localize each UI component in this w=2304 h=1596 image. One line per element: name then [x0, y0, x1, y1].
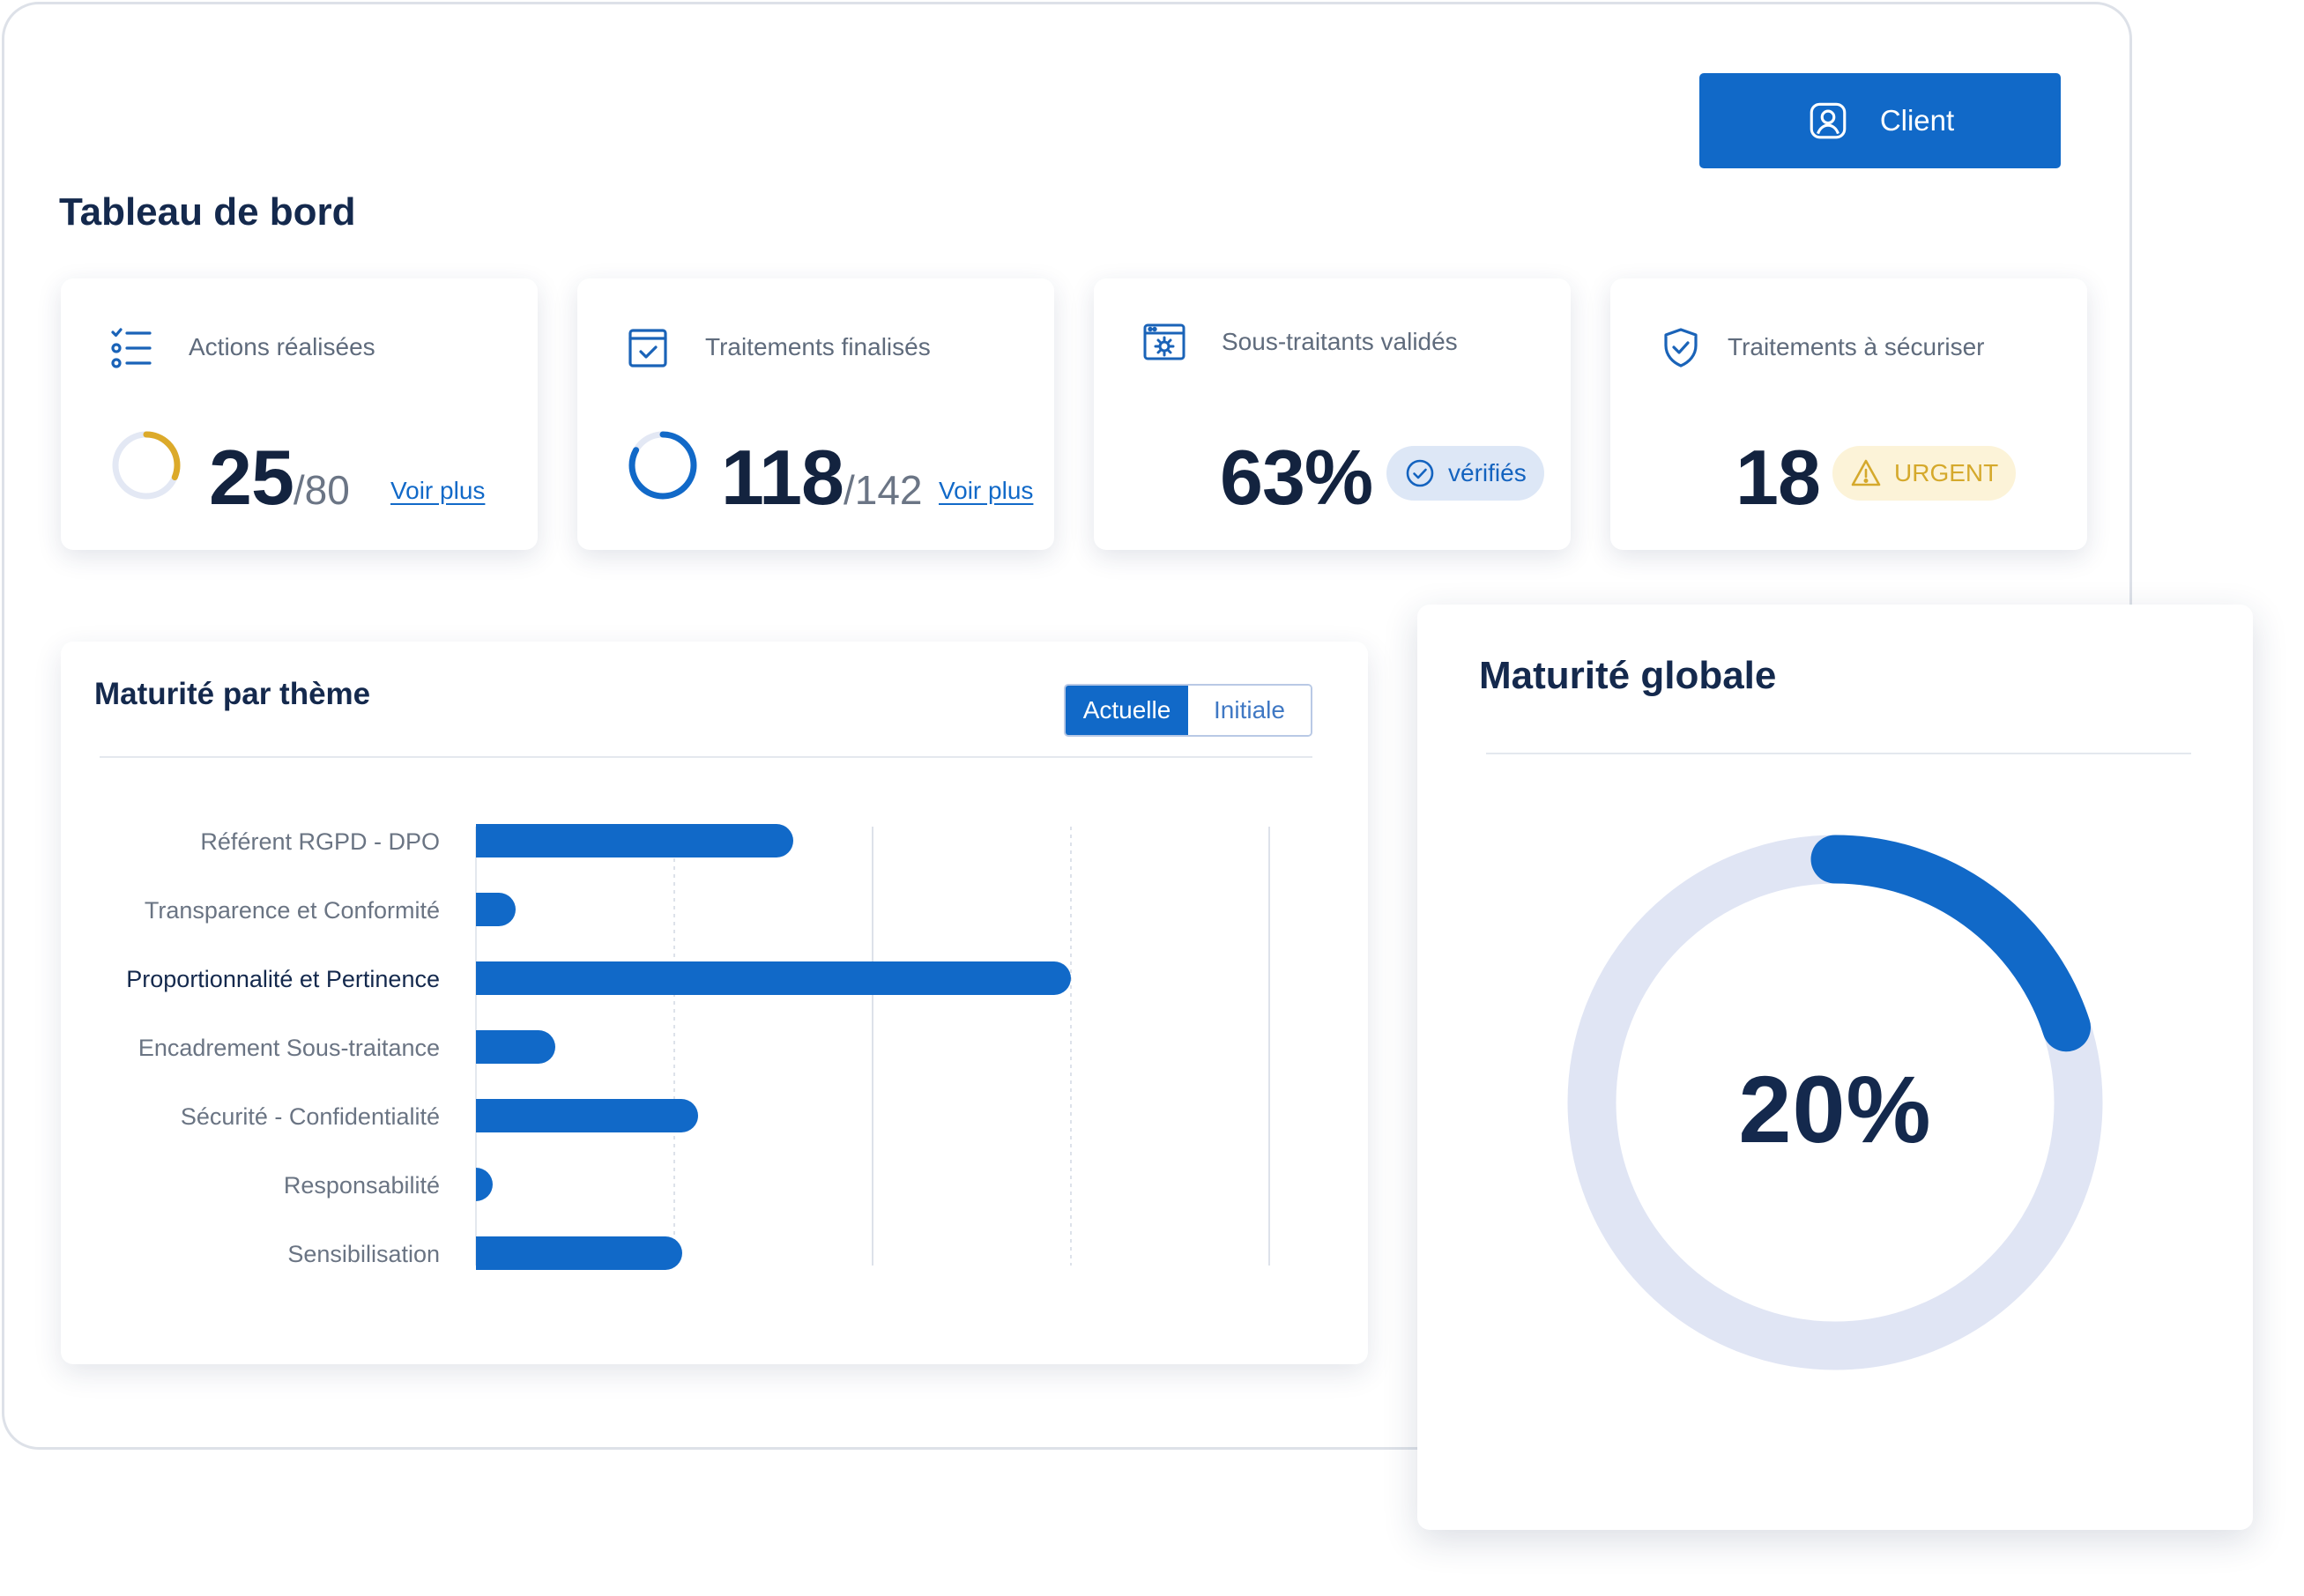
category-label: Sécurité - Confidentialité: [181, 1103, 440, 1130]
bar-3[interactable]: [476, 961, 1071, 995]
shield-check-icon: [1664, 328, 1698, 367]
theme-maturity-panel: Maturité par thème Actuelle Initiale Réf…: [61, 642, 1368, 1364]
bar-2[interactable]: [476, 893, 516, 926]
processing-see-more-link[interactable]: Voir plus: [939, 477, 1033, 505]
stat-card-processing: Traitements finalisés 118/142 Voir plus: [577, 278, 1054, 550]
category-label: Sensibilisation: [287, 1241, 440, 1267]
actions-label: Actions réalisées: [189, 333, 375, 360]
verified-badge: vérifiés: [1386, 446, 1544, 501]
theme-bar-chart: Référent RGPD - DPO Transparence et Confo…: [126, 824, 1270, 1270]
to-secure-label: Traitements à sécuriser: [1728, 333, 1985, 360]
bar-1[interactable]: [476, 824, 793, 857]
category-label: Référent RGPD - DPO: [200, 828, 440, 855]
processing-label: Traitements finalisés: [705, 333, 931, 360]
global-maturity-panel: Maturité globale 20%: [1417, 605, 2253, 1530]
stat-card-to-secure: Traitements à sécuriser 18 URGENT: [1610, 278, 2087, 550]
page-title: Tableau de bord: [59, 190, 356, 234]
bar-6[interactable]: [476, 1168, 493, 1201]
actions-see-more-link[interactable]: Voir plus: [390, 477, 485, 505]
bar-4[interactable]: [476, 1030, 555, 1064]
stat-card-subcontractors: Sous-traitants validés 63% vérifiés: [1094, 278, 1571, 550]
category-label: Responsabilité: [284, 1172, 440, 1199]
urgent-badge: URGENT: [1832, 446, 2017, 501]
checklist-icon: [111, 328, 152, 368]
bar-5[interactable]: [476, 1099, 698, 1132]
browser-gear-icon: [1143, 323, 1185, 360]
processing-value: 118/142: [721, 434, 923, 521]
urgent-badge-label: URGENT: [1894, 459, 1999, 486]
to-secure-value: 18: [1735, 434, 1821, 521]
stat-card-actions: Actions réalisées 25/80 Voir plus: [61, 278, 538, 550]
category-label: Proportionnalité et Pertinence: [126, 966, 440, 992]
processing-progress-ring: [628, 431, 697, 500]
global-maturity-value: 20%: [1738, 1056, 1932, 1162]
processing-total: /142: [843, 467, 923, 513]
calendar-check-icon: [628, 329, 667, 367]
bar-7[interactable]: [476, 1236, 682, 1270]
actions-value: 25/80: [209, 434, 350, 521]
warning-triangle-icon: [1851, 459, 1881, 486]
subcontractors-value: 63%: [1220, 434, 1373, 521]
verified-badge-label: vérifiés: [1448, 459, 1527, 486]
category-label: Encadrement Sous-traitance: [138, 1035, 440, 1061]
category-label: Transparence et Conformité: [145, 897, 440, 924]
check-circle-icon: [1406, 459, 1434, 487]
user-portrait-icon: [1810, 102, 1847, 139]
client-button-label: Client: [1879, 104, 1955, 137]
client-button[interactable]: Client: [1699, 73, 2061, 168]
actions-progress-ring: [112, 431, 181, 500]
actions-total: /80: [293, 467, 350, 513]
subcontractors-label: Sous-traitants validés: [1222, 328, 1458, 355]
